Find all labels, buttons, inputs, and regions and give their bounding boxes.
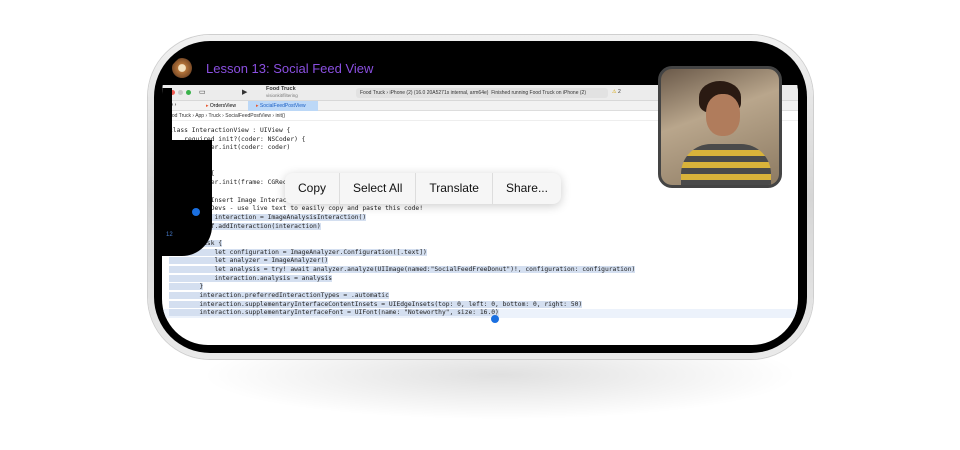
code-line: // Devs - use live text to easily copy a… — [162, 205, 798, 214]
tab-label: SocialFeedPostView — [259, 103, 306, 109]
zoom-button[interactable] — [186, 90, 191, 95]
code-line: let configuration = ImageAnalyzer.Config… — [162, 248, 798, 258]
minimize-button[interactable] — [178, 90, 183, 95]
code-line: interaction.supplementaryInterfaceConten… — [162, 300, 798, 310]
menu-share[interactable]: Share... — [493, 173, 561, 204]
code-text: class InteractionView : UIView { — [169, 127, 291, 134]
status-text: Finished running Food Truck on iPhone (2… — [491, 90, 586, 96]
code-line: } — [162, 283, 798, 292]
code-line: interaction.supplementaryInterfaceFont =… — [162, 309, 798, 319]
code-text: let analysis = try! await analyzer.analy… — [169, 266, 636, 273]
code-line: let analysis = try! await analyzer.analy… — [162, 266, 798, 275]
code-line: interaction.preferredInteractionTypes = … — [162, 292, 798, 301]
breadcrumb-item[interactable]: App — [195, 113, 204, 119]
code-text: } — [169, 326, 173, 334]
code-text: interaction.supplementaryInterfaceFont =… — [169, 309, 499, 317]
presenter-body — [681, 144, 771, 185]
code-line: Task { — [162, 239, 798, 249]
code-line: let interaction = ImageAnalysisInteracti… — [162, 213, 798, 223]
presenter-video — [658, 66, 782, 188]
context-menu: Copy Select All Translate Share... — [285, 173, 561, 204]
donut-logo — [172, 58, 192, 78]
run-button[interactable]: ▶ — [242, 88, 247, 96]
notch — [162, 88, 172, 143]
code-line: let analyzer = ImageAnalyzer() — [162, 257, 798, 266]
code-line: interaction.analysis = analysis — [162, 274, 798, 284]
sidebar-toggle-icon[interactable]: ▭ — [199, 88, 206, 96]
tab-social-feed-post-view[interactable]: ▸ SocialFeedPostView — [248, 101, 318, 111]
lesson-title: Lesson 13: Social Feed View — [206, 61, 374, 76]
dynamic-island-cutout: 12 — [162, 140, 212, 256]
device[interactable]: iPhone (2) (16.0 20A5271s internal, arm6… — [389, 90, 488, 96]
warning-icon[interactable]: ⚠ — [612, 89, 616, 95]
breadcrumb-item[interactable]: Truck — [208, 113, 220, 119]
selection-start-handle[interactable] — [192, 208, 200, 216]
tab-orders-view[interactable]: ▸ OrdersView — [206, 103, 236, 109]
breadcrumb-item[interactable]: init() — [275, 113, 285, 119]
code-text: let configuration = ImageAnalyzer.Config… — [169, 248, 427, 256]
code-text: } — [169, 283, 204, 291]
menu-copy[interactable]: Copy — [285, 173, 341, 204]
warning-count: 2 — [618, 89, 621, 95]
project-name: Food Truck — [266, 86, 296, 92]
selection-end-handle[interactable] — [491, 315, 499, 323]
menu-translate[interactable]: Translate — [416, 173, 493, 204]
code-text: interaction.preferredInteractionTypes = … — [169, 292, 389, 300]
line-badge: 12 — [166, 232, 173, 238]
branch-name: visionkit/filtering — [266, 93, 298, 98]
code-line: self.addInteraction(interaction) — [162, 222, 798, 232]
tab-label: OrdersView — [209, 103, 236, 109]
presenter-face — [706, 94, 740, 136]
code-text: interaction.supplementaryInterfaceConten… — [169, 300, 583, 308]
scheme[interactable]: Food Truck — [360, 90, 385, 96]
code-line: } — [162, 327, 798, 336]
activity-bar[interactable]: Food Truck › iPhone (2) (16.0 20A5271s i… — [356, 88, 608, 98]
menu-select-all[interactable]: Select All — [340, 173, 417, 204]
code-text: interaction.analysis = analysis — [169, 274, 333, 282]
code-text: let analyzer = ImageAnalyzer() — [169, 257, 329, 265]
breadcrumb-item[interactable]: SocialFeedPostView — [225, 113, 271, 119]
